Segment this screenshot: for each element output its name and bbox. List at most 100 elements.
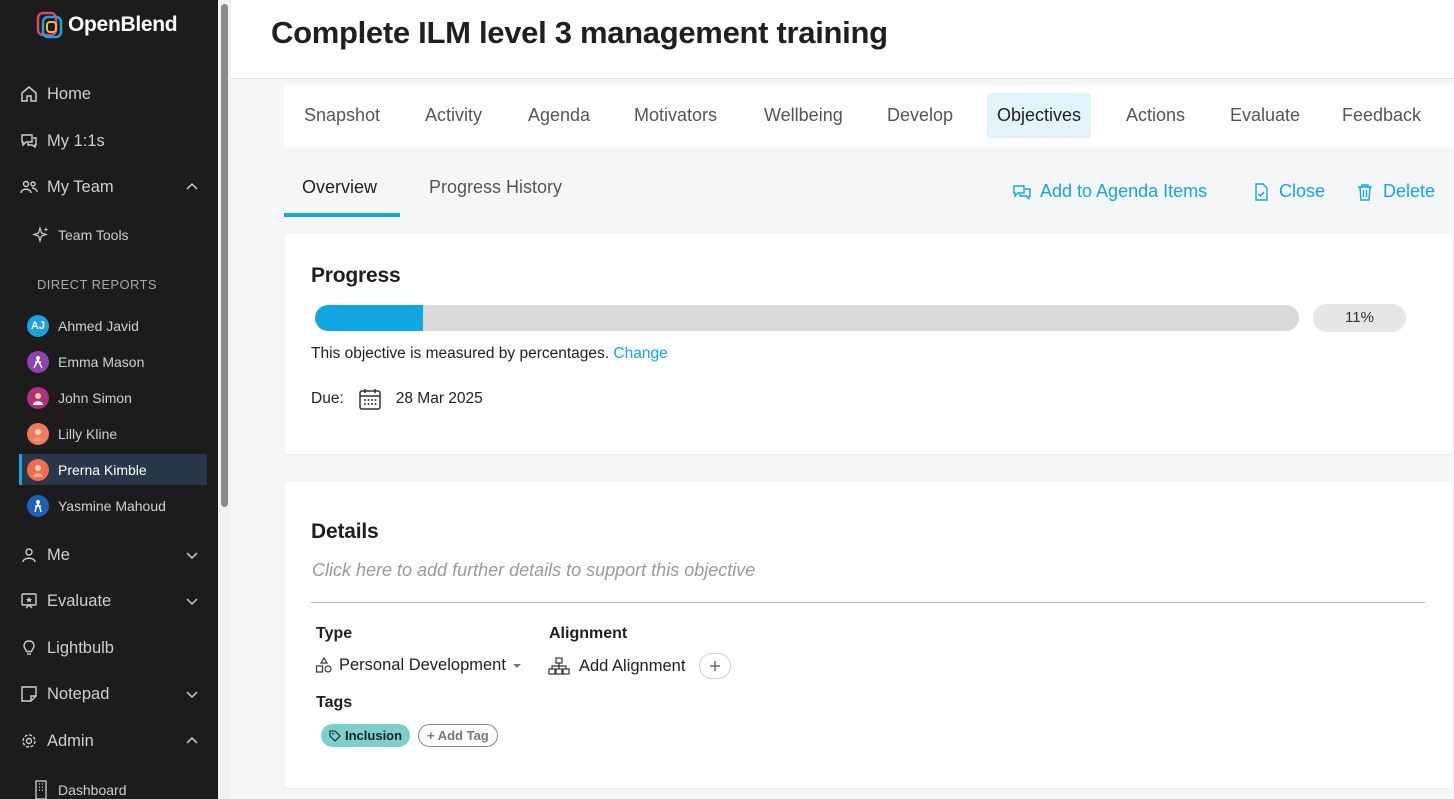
- tag-label: Inclusion: [345, 728, 403, 743]
- nav-me[interactable]: Me: [20, 543, 200, 567]
- report-yasmine-mahoud[interactable]: Yasmine Mahoud: [19, 490, 207, 521]
- trash-icon: [1358, 183, 1372, 201]
- change-link[interactable]: Change: [613, 345, 667, 362]
- tab-motivators[interactable]: Motivators: [624, 93, 727, 138]
- report-name: Emma Mason: [58, 353, 145, 370]
- page-title: Complete ILM level 3 management training: [271, 15, 888, 50]
- add-tag-button[interactable]: + Add Tag: [418, 724, 498, 747]
- close-label: Close: [1279, 181, 1326, 201]
- details-description-field[interactable]: Click here to add further details to sup…: [312, 560, 755, 581]
- subtab-bar: Overview Progress History Add to Agenda …: [284, 162, 1454, 220]
- scrollbar-thumb[interactable]: [221, 4, 228, 507]
- nav-my-team[interactable]: My Team: [20, 175, 200, 199]
- calendar-icon[interactable]: [358, 387, 382, 411]
- report-name: Lilly Kline: [58, 425, 118, 442]
- alignment-label: Alignment: [549, 625, 628, 642]
- active-subtab-indicator: [284, 213, 400, 217]
- measure-text: This objective is measured by percentage…: [311, 345, 610, 362]
- report-ahmed-javid[interactable]: AJ Ahmed Javid: [19, 310, 207, 341]
- progress-card: Progress 11% This objective is measured …: [284, 234, 1452, 454]
- add-alignment-label[interactable]: Add Alignment: [579, 657, 685, 676]
- nav-dashboard[interactable]: Dashboard: [32, 780, 127, 799]
- nav-me-label: Me: [47, 545, 70, 564]
- due-date-value[interactable]: 28 Mar 2025: [396, 390, 483, 408]
- nav-admin[interactable]: Admin: [20, 729, 200, 753]
- report-name: Yasmine Mahoud: [58, 497, 166, 514]
- building-icon: [35, 780, 47, 799]
- shapes-icon: [315, 656, 332, 673]
- avatar: [27, 350, 49, 373]
- chevron-down-icon[interactable]: [184, 686, 200, 702]
- tab-evaluate[interactable]: Evaluate: [1220, 93, 1310, 138]
- nav-evaluate[interactable]: Evaluate: [20, 589, 200, 613]
- report-lilly-kline[interactable]: Lilly Kline: [19, 418, 207, 449]
- caret-down-icon: [512, 663, 521, 668]
- progress-bar: [315, 305, 1299, 331]
- nav-admin-label: Admin: [47, 731, 94, 750]
- nav-evaluate-label: Evaluate: [47, 591, 112, 610]
- lightbulb-icon: [20, 639, 38, 657]
- type-label: Type: [316, 625, 353, 642]
- tab-activity[interactable]: Activity: [415, 93, 492, 138]
- chevron-up-icon[interactable]: [184, 733, 200, 749]
- nav-home-label: Home: [47, 84, 92, 103]
- main-content: Complete ILM level 3 management training…: [231, 0, 1454, 799]
- add-to-agenda-label: Add to Agenda Items: [1040, 181, 1208, 201]
- avatar: [27, 458, 49, 481]
- tab-develop[interactable]: Develop: [877, 93, 963, 138]
- gear-icon: [20, 732, 38, 750]
- nav-my-1-1s-label: My 1:1s: [47, 131, 105, 150]
- report-prerna-kimble[interactable]: Prerna Kimble: [19, 454, 207, 485]
- tab-objectives[interactable]: Objectives: [987, 93, 1092, 138]
- nav-notepad[interactable]: Notepad: [20, 682, 200, 706]
- home-icon: [20, 85, 38, 103]
- tag-inclusion[interactable]: Inclusion: [321, 724, 411, 747]
- chevron-up-icon[interactable]: [184, 179, 200, 195]
- due-date-row: Due: 28 Mar 2025: [311, 387, 483, 411]
- direct-reports-heading: DIRECT REPORTS: [37, 277, 157, 292]
- delete-button[interactable]: Delete: [1355, 181, 1435, 202]
- subtab-overview[interactable]: Overview: [302, 177, 377, 198]
- nav-home[interactable]: Home: [20, 82, 200, 106]
- avatar: [27, 386, 49, 409]
- tab-snapshot[interactable]: Snapshot: [294, 93, 390, 138]
- evaluate-icon: [20, 592, 38, 610]
- tab-agenda[interactable]: Agenda: [518, 93, 600, 138]
- nav-lightbulb-label: Lightbulb: [47, 638, 114, 657]
- add-to-agenda-button[interactable]: Add to Agenda Items: [1012, 181, 1207, 202]
- tab-feedback[interactable]: Feedback: [1332, 93, 1431, 138]
- subtab-progress-history[interactable]: Progress History: [429, 177, 562, 198]
- close-button[interactable]: Close: [1251, 181, 1325, 202]
- nav-my-1-1s[interactable]: My 1:1s: [20, 129, 200, 153]
- chevron-down-icon[interactable]: [184, 593, 200, 609]
- progress-bar-fill: [315, 305, 424, 331]
- openblend-logo-icon: [36, 11, 63, 39]
- details-divider: [311, 602, 1425, 603]
- details-card: Details Click here to add further detail…: [284, 482, 1452, 788]
- nav-notepad-label: Notepad: [47, 684, 110, 703]
- nav-team-tools[interactable]: Team Tools: [32, 226, 129, 244]
- tab-actions[interactable]: Actions: [1116, 93, 1195, 138]
- progress-heading: Progress: [311, 264, 401, 287]
- details-heading: Details: [311, 520, 379, 543]
- delete-label: Delete: [1383, 181, 1436, 201]
- type-select[interactable]: Personal Development: [315, 656, 522, 675]
- nav-my-team-label: My Team: [47, 177, 114, 196]
- nav-lightbulb[interactable]: Lightbulb: [20, 636, 200, 660]
- app-logo[interactable]: OpenBlend: [36, 11, 178, 39]
- tab-wellbeing[interactable]: Wellbeing: [754, 93, 853, 138]
- report-name: Ahmed Javid: [58, 317, 139, 334]
- sidebar-scrollbar[interactable]: [218, 0, 231, 799]
- alignment-field: Add Alignment: [548, 653, 732, 679]
- chevron-down-icon[interactable]: [184, 547, 200, 563]
- sidebar: OpenBlend Home My 1:1s My Team Team Tool…: [0, 0, 218, 799]
- progress-percentage: 11%: [1313, 304, 1406, 332]
- sparkle-icon: [32, 226, 49, 244]
- report-john-simon[interactable]: John Simon: [19, 382, 207, 413]
- add-alignment-button[interactable]: [699, 653, 732, 679]
- due-label: Due:: [311, 390, 344, 407]
- nav-team-tools-label: Team Tools: [58, 227, 129, 243]
- title-bar: Complete ILM level 3 management training: [231, 0, 1454, 79]
- chat-icon: [1013, 184, 1031, 200]
- report-emma-mason[interactable]: Emma Mason: [19, 346, 207, 377]
